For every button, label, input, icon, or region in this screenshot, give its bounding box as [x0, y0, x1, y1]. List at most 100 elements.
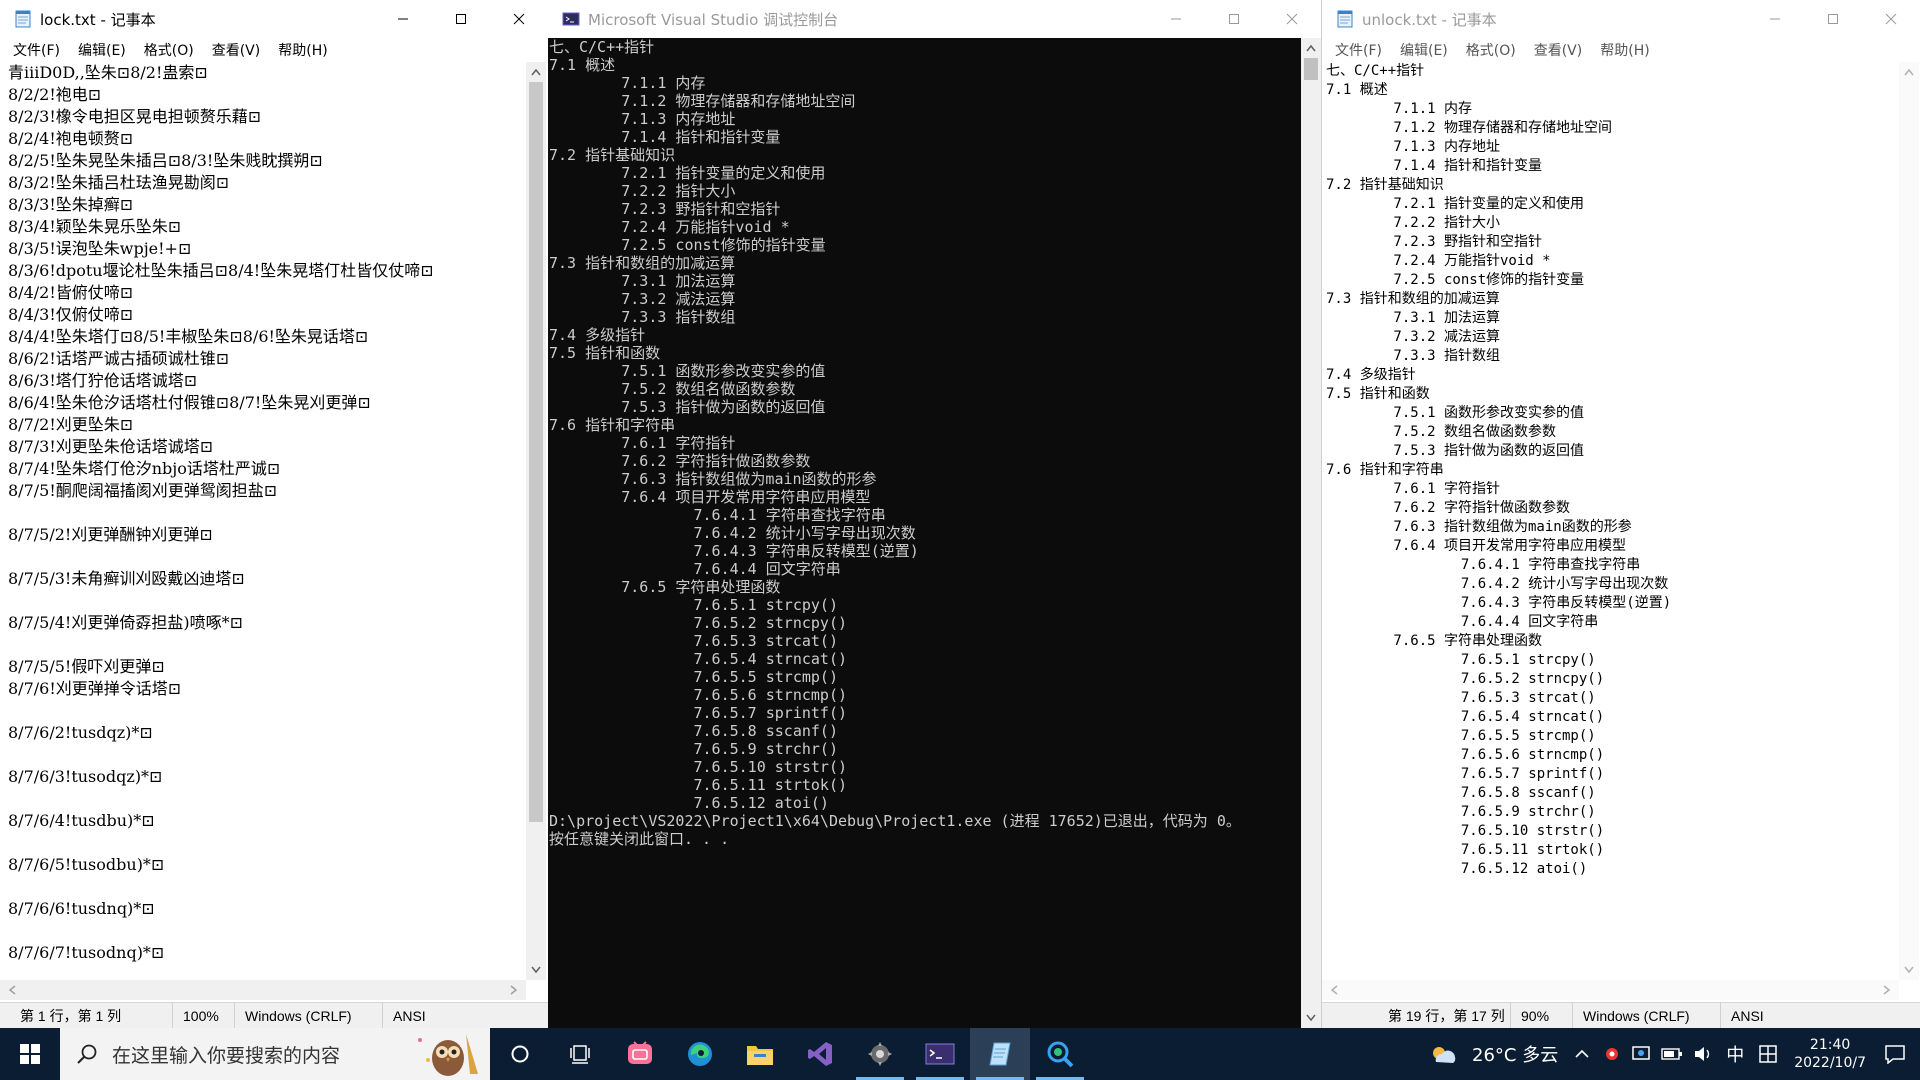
scroll-right-arrow[interactable] — [1879, 982, 1895, 998]
text-line: 8/2/2!袍电⊡ — [8, 85, 102, 104]
scroll-left-arrow[interactable] — [1326, 982, 1342, 998]
debug-console-window[interactable]: Microsoft Visual Studio 调试控制台 七、C/C++指针 7… — [548, 0, 1321, 1028]
close-icon — [1885, 13, 1897, 25]
text-line: 7.6.4.2 统计小写字母出现次数 — [549, 524, 916, 542]
battery-icon[interactable] — [1661, 1047, 1683, 1061]
volume-icon[interactable] — [1693, 1045, 1713, 1063]
text-line: 7.3.1 加法运算 — [1326, 310, 1501, 326]
title-bar[interactable]: unlock.txt - 记事本 — [1322, 0, 1920, 38]
text-line: 7.2.1 指针变量的定义和使用 — [1326, 196, 1585, 212]
menu-edit[interactable]: 编辑(E) — [69, 40, 135, 60]
text-line: 7.6.5.6 strncmp() — [1326, 747, 1605, 763]
maximize-button[interactable] — [1205, 0, 1263, 38]
horizontal-scrollbar[interactable] — [1322, 980, 1899, 1000]
menu-view[interactable]: 查看(V) — [203, 40, 270, 60]
menu-file[interactable]: 文件(F) — [1326, 40, 1391, 60]
taskbar-app-edge[interactable] — [670, 1028, 730, 1080]
minimize-button[interactable] — [374, 0, 432, 38]
text-line: 7.5.3 指针做为函数的返回值 — [1326, 443, 1585, 459]
search-icon — [77, 1044, 97, 1064]
minimize-icon — [1770, 18, 1780, 20]
text-line: 7.4 多级指针 — [549, 326, 646, 344]
scroll-left-arrow[interactable] — [4, 982, 20, 998]
console-output[interactable]: 七、C/C++指针 7.1 概述 7.1.1 内存 7.1.2 物理存储器和存储地… — [548, 38, 1298, 1028]
menu-file[interactable]: 文件(F) — [4, 40, 69, 60]
text-line: 7.6.5.12 atoi() — [1326, 861, 1588, 877]
text-line: 7.6.2 字符指针做函数参数 — [549, 452, 811, 470]
task-view-toggle[interactable] — [550, 1028, 610, 1080]
taskbar-app-notepad[interactable] — [970, 1028, 1030, 1080]
unlock-notepad-window[interactable]: unlock.txt - 记事本 文件(F) 编辑(E) 格式(O) 查看(V)… — [1321, 0, 1920, 1028]
cursor-position: 第 1 行，第 1 列 — [20, 1007, 122, 1024]
taskbar-app-debug-console[interactable] — [910, 1028, 970, 1080]
maximize-button[interactable] — [432, 0, 490, 38]
scroll-down-arrow[interactable] — [1901, 962, 1917, 978]
text-line: 8/4/4!坠朱塔仃⊡8/5!丰椒坠朱⊡8/6!坠朱晃话塔⊡ — [8, 327, 369, 346]
encoding: ANSI — [382, 1003, 512, 1028]
text-editor[interactable]: 青iiiD0D,,坠朱⊡8/2!蛊索⊡ 8/2/2!袍电⊡ 8/2/3!橡令电担区晃… — [8, 62, 526, 980]
text-line: 7.6.5.7 sprintf() — [1326, 766, 1605, 782]
scroll-thumb[interactable] — [529, 82, 543, 822]
tray-app-icon[interactable] — [1603, 1045, 1621, 1063]
taskbar-app-bilibili[interactable] — [610, 1028, 670, 1080]
minimize-button[interactable] — [1147, 0, 1205, 38]
close-button[interactable] — [1862, 0, 1920, 38]
vertical-scrollbar[interactable] — [1899, 62, 1919, 980]
tray-screen-icon[interactable] — [1631, 1045, 1651, 1063]
text-line: 7.1 概述 — [549, 56, 616, 74]
title-bar[interactable]: Microsoft Visual Studio 调试控制台 — [548, 0, 1321, 38]
windows-logo-icon — [20, 1044, 40, 1064]
title-bar[interactable]: lock.txt - 记事本 — [0, 0, 548, 38]
close-button[interactable] — [1263, 0, 1321, 38]
text-line: 7.6.5.11 strtok() — [1326, 842, 1605, 858]
text-line: 8/6/4!坠朱伧汐话塔杜付假锥⊡8/7!坠朱晃刈更弹⊡ — [8, 393, 371, 412]
vertical-scrollbar[interactable] — [526, 62, 546, 980]
taskbar-app-search[interactable] — [1030, 1028, 1090, 1080]
menu-edit[interactable]: 编辑(E) — [1391, 40, 1457, 60]
text-line: 7.1.1 内存 — [549, 74, 706, 92]
text-line — [8, 546, 526, 568]
start-button[interactable] — [0, 1028, 60, 1080]
text-line: 7.2 指针基础知识 — [1326, 177, 1444, 193]
weather-text[interactable]: 26°C 多云 — [1472, 1041, 1558, 1067]
lock-notepad-window[interactable]: lock.txt - 记事本 文件(F) 编辑(E) 格式(O) 查看(V) 帮… — [0, 0, 548, 1028]
text-line: 7.4 多级指针 — [1326, 367, 1416, 383]
scroll-thumb[interactable] — [1304, 58, 1318, 80]
minimize-icon — [398, 18, 408, 20]
taskbar-app-file-explorer[interactable] — [730, 1028, 790, 1080]
menu-help[interactable]: 帮助(H) — [1591, 40, 1658, 60]
scroll-right-arrow[interactable] — [506, 982, 522, 998]
text-line — [8, 788, 526, 810]
text-line: 7.5.3 指针做为函数的返回值 — [549, 398, 826, 416]
text-line: 8/6/2!话塔严诚古插硕诚杜锥⊡ — [8, 349, 230, 368]
menu-help[interactable]: 帮助(H) — [269, 40, 336, 60]
horizontal-scrollbar[interactable] — [0, 980, 526, 1000]
clock[interactable]: 21:40 2022/10/7 — [1794, 1036, 1866, 1072]
ime-indicator[interactable]: 中 — [1726, 1041, 1744, 1067]
taskbar-search[interactable]: 在这里输入你要搜索的内容 — [60, 1028, 490, 1080]
text-line: 按任意键关闭此窗口. . . — [549, 830, 730, 848]
close-button[interactable] — [490, 0, 548, 38]
maximize-button[interactable] — [1804, 0, 1862, 38]
scroll-up-arrow[interactable] — [1901, 64, 1917, 80]
minimize-button[interactable] — [1746, 0, 1804, 38]
menu-view[interactable]: 查看(V) — [1525, 40, 1592, 60]
text-editor[interactable]: 七、C/C++指针 7.1 概述 7.1.1 内存 7.1.2 物理存储器和存储地… — [1326, 62, 1896, 980]
notification-icon[interactable] — [1884, 1044, 1906, 1064]
menu-format[interactable]: 格式(O) — [135, 40, 203, 60]
taskbar-app-visual-studio[interactable] — [790, 1028, 850, 1080]
scroll-down-arrow[interactable] — [1303, 1010, 1319, 1026]
task-view-button[interactable] — [490, 1028, 550, 1080]
menu-format[interactable]: 格式(O) — [1457, 40, 1525, 60]
vertical-scrollbar[interactable] — [1301, 38, 1321, 1028]
scroll-up-arrow[interactable] — [528, 64, 544, 80]
scroll-up-arrow[interactable] — [1303, 40, 1319, 56]
search-placeholder: 在这里输入你要搜索的内容 — [112, 1044, 341, 1067]
scroll-down-arrow[interactable] — [528, 962, 544, 978]
taskbar-app-generic[interactable] — [850, 1028, 910, 1080]
keyboard-layout-icon[interactable] — [1758, 1044, 1778, 1064]
chevron-up-icon[interactable] — [1574, 1046, 1590, 1062]
status-bar: 第 1 行，第 1 列 100% Windows (CRLF) ANSI — [0, 1002, 548, 1028]
text-line: 7.2.3 野指针和空指针 — [1326, 234, 1543, 250]
text-line: 七、C/C++指针 — [1326, 63, 1425, 79]
